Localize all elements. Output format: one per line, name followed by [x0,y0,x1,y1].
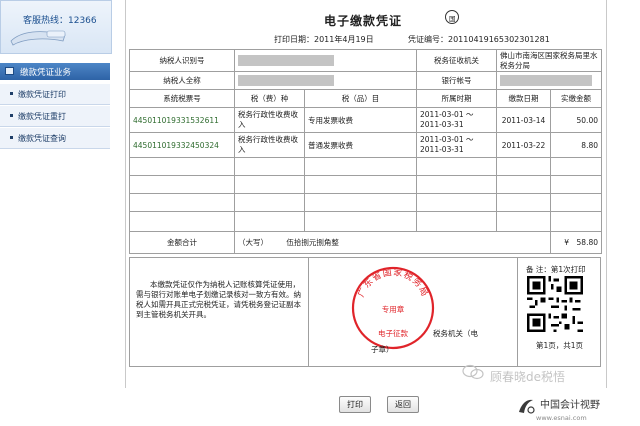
total-amount: ¥ 58.80 [550,231,602,254]
menu-header-voucher-business[interactable]: 缴款凭证业务 [0,63,110,80]
voucher-table: 纳税人识别号 税务征收机关 佛山市南海区国家税务局里水税务分局 纳税人全称 银行… [129,49,602,254]
table-row: 445011019331532611 税务行政性收费收入 专用发票收费 2011… [129,107,602,133]
taxpayer-name-value [234,71,417,90]
cell-tax-type: 税务行政性收费收入 [234,107,305,133]
tax-office-label: 税务机关（电 [433,329,478,338]
header-tax-item: 税（品）目 [304,89,417,108]
table-row-empty [129,157,602,176]
menu-header-label: 缴款凭证业务 [20,68,72,78]
voucher-panel: 电子缴款凭证 国 打印日期：2011年4月19日 凭证编号：2011041916… [125,0,607,388]
label-collector: 税务征收机关 [416,49,497,72]
site-name-watermark: 中国会计视野 [540,400,600,411]
sidebar-item-label: 缴款凭证重打 [18,112,66,121]
cell-period: 2011-03-01 ～ 2011-03-31 [416,132,497,158]
cell-tax-no: 445011019331532611 [129,107,235,133]
qr-code [527,276,583,332]
cell-tax-item: 专用发票收费 [304,107,417,133]
tax-bureau-seal: 广东省国家税务局 专用章 电子征款 [351,266,435,350]
table-row-empty [129,175,602,194]
bank-account-value [496,71,602,90]
header-amount: 实缴金额 [550,89,602,108]
notice-text: 本缴款凭证仅作为纳税人记账核算凭证使用，需与银行对账单电子划缴记录核对一致方有效… [136,280,301,319]
sidebar-item-reprint[interactable]: 缴款凭证重打 [0,106,110,127]
table-row-empty [129,211,602,232]
voucher-footer: 本缴款凭证仅作为纳税人记账核算凭证使用，需与银行对账单电子划缴记录核对一致方有效… [129,257,601,367]
total-in-words: （大写） 伍拾捌元捌角整 [234,231,551,254]
seal-inner-text: 专用章 [382,304,405,314]
voucher-title: 电子缴款凭证 [324,14,403,28]
table-row: 445011019332450324 税务行政性收费收入 普通发票收费 2011… [129,132,602,158]
stamp-cell: 广东省国家税务局 专用章 电子征款 税务机关（电 子章） [308,258,518,366]
wechat-icon [462,364,484,380]
total-cn-value: 伍拾捌元捌角整 [286,238,339,247]
print-date: 打印日期：2011年4月19日 [274,35,374,44]
esnai-logo-icon [519,399,535,414]
sidebar: 客服热线：12366 缴款凭证业务 缴款凭证打印 缴款凭证重打 缴款凭证查询 [0,0,112,426]
cell-tax-no: 445011019332450324 [129,132,235,158]
taxpayer-id-value [234,49,417,72]
header-period: 所属时期 [416,89,497,108]
print-button[interactable]: 打印 [339,396,371,413]
cell-pay-date: 2011-03-22 [496,132,551,158]
header-system-tax-no: 系统税票号 [129,89,235,108]
tax-office-label-cont: 子章） [371,345,394,354]
table-row-empty [129,193,602,212]
site-url-watermark: www.esnai.com [536,414,587,422]
label-bank-account: 银行帐号 [416,71,497,90]
wechat-watermark: 顾春晓de税悟 [490,370,566,384]
sidebar-item-query[interactable]: 缴款凭证查询 [0,128,110,149]
svg-text:广东省国家税务局: 广东省国家税务局 [355,266,431,299]
seal-bottom-text: 电子征款 [378,328,408,338]
label-taxpayer-id: 纳税人识别号 [129,49,235,72]
total-row: 金额合计 （大写） 伍拾捌元捌角整 ¥ 58.80 [129,231,602,254]
seal-outer-text: 广东省国家税务局 [355,266,430,299]
folder-icon [5,67,14,75]
bullet-icon [10,136,13,139]
header-tax-type: 税（费）种 [234,89,305,108]
print-remark: 备 注：第1次打印 [526,265,586,274]
cell-tax-type: 税务行政性收费收入 [234,132,305,158]
page-indicator: 第1页，共1页 [536,341,584,350]
cell-amount: 8.80 [550,132,602,158]
back-button[interactable]: 返回 [387,396,419,413]
national-emblem-icon: 国 [445,10,459,24]
voucher-number: 凭证编号：20110419165302301281 [408,35,550,44]
bullet-icon [10,114,13,117]
phone-icon [10,30,66,46]
bullet-icon [10,92,13,95]
label-taxpayer-name: 纳税人全称 [129,71,235,90]
big-write-label: （大写） [238,238,268,247]
sidebar-item-label: 缴款凭证查询 [18,134,66,143]
cell-tax-item: 普通发票收费 [304,132,417,158]
hotline-text: 客服热线：12366 [23,16,97,26]
cell-period: 2011-03-01 ～ 2011-03-31 [416,107,497,133]
cell-pay-date: 2011-03-14 [496,107,551,133]
cell-amount: 50.00 [550,107,602,133]
label-total: 金额合计 [129,231,235,254]
collector-value: 佛山市南海区国家税务局里水税务分局 [496,49,602,72]
sidebar-item-label: 缴款凭证打印 [18,90,66,99]
hotline-banner: 客服热线：12366 [0,0,112,54]
sidebar-item-print[interactable]: 缴款凭证打印 [0,84,110,105]
header-pay-date: 缴款日期 [496,89,551,108]
